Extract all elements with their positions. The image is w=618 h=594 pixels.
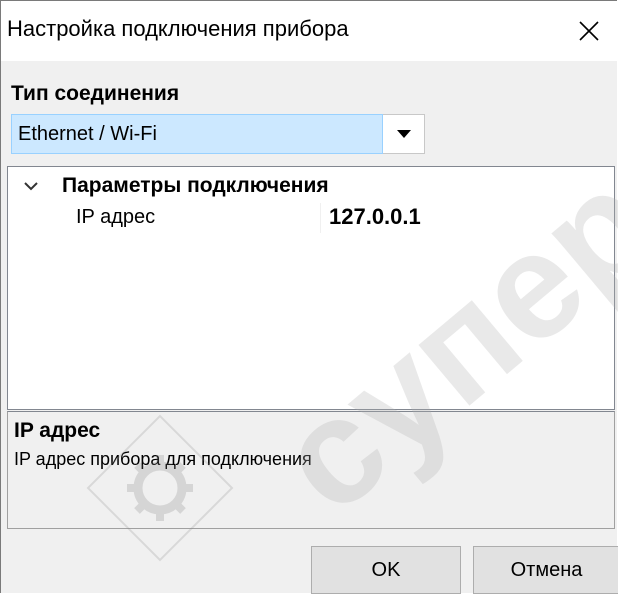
connection-type-dropdown-button[interactable] <box>383 114 425 154</box>
property-name: IP адрес <box>76 206 156 228</box>
cancel-button[interactable]: Отмена <box>473 546 618 594</box>
property-grid: Параметры подключения IP адрес 127.0.0.1 <box>7 166 615 410</box>
property-row-ip-address[interactable]: IP адрес 127.0.0.1 <box>8 203 614 233</box>
chevron-down-icon <box>396 130 411 138</box>
property-column-divider[interactable] <box>320 203 321 233</box>
chevron-down-icon[interactable] <box>22 177 40 195</box>
connection-type-select[interactable]: Ethernet / Wi-Fi <box>11 114 425 154</box>
property-value-ip-address[interactable]: 127.0.0.1 <box>329 204 421 230</box>
title-bar: Настройка подключения прибора <box>1 1 617 61</box>
close-icon <box>579 21 599 41</box>
settings-dialog: Настройка подключения прибора Тип соедин… <box>0 0 618 594</box>
connection-type-label: Тип соединения <box>11 82 180 105</box>
help-title: IP адрес <box>14 419 101 442</box>
close-button[interactable] <box>561 1 617 61</box>
property-category-connection[interactable]: Параметры подключения <box>8 171 614 201</box>
property-category-label: Параметры подключения <box>62 174 329 197</box>
ok-button[interactable]: OK <box>311 546 461 594</box>
connection-type-value[interactable]: Ethernet / Wi-Fi <box>11 114 383 154</box>
window-title: Настройка подключения прибора <box>7 16 349 41</box>
property-help-panel: IP адрес IP адрес прибора для подключени… <box>7 411 615 529</box>
help-description: IP адрес прибора для подключения <box>14 449 312 469</box>
